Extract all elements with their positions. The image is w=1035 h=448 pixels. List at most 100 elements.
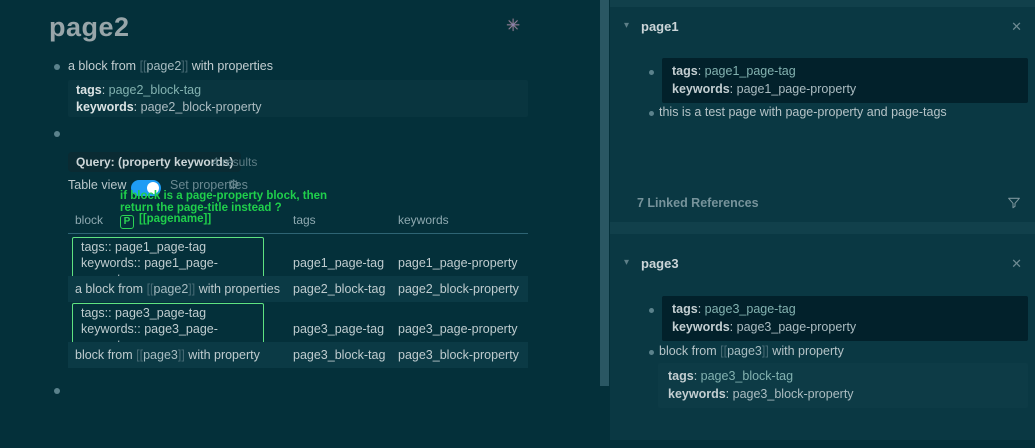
table-header-block: block [75, 213, 104, 227]
ref-open-bracket: [[ [139, 59, 147, 73]
linked-references-header[interactable]: 7 Linked References [637, 196, 759, 210]
keywords-property-line: keywords: page2_block-property [76, 99, 520, 116]
cell-line: tags:: page1_page-tag [81, 240, 207, 254]
ref-close-bracket: ]] [761, 344, 769, 358]
empty-block-bullet[interactable] [54, 388, 60, 394]
keywords-label: keywords [672, 320, 730, 334]
collapse-triangle-icon[interactable]: ▾ [624, 257, 629, 268]
keywords-cell: page2_block-property [398, 282, 519, 296]
block-text-prefix: block from [659, 344, 721, 358]
keywords-value: page1_page-property [736, 82, 857, 96]
ref-open-bracket: [[ [146, 282, 154, 296]
cell-line: tags:: page3_page-tag [81, 306, 207, 320]
close-icon[interactable]: ✕ [1011, 19, 1022, 35]
block-text: a block from [[page2]] with properties [68, 59, 273, 73]
keywords-property-line: keywords: page1_page-property [672, 80, 1018, 98]
tags-value-link[interactable]: page3_block-tag [701, 369, 793, 383]
collapse-triangle-icon[interactable]: ▾ [624, 20, 629, 31]
colon-sep: : [729, 82, 737, 96]
block-bullet[interactable] [54, 64, 60, 70]
page3-properties-box: tags: page3_page-tag keywords: page3_pag… [662, 296, 1028, 341]
annotation-pagename: [[pagename]] [139, 213, 212, 225]
colon-sep: : [133, 100, 141, 114]
ref-close-bracket: ]] [177, 348, 185, 362]
keywords-cell: page3_page-property [398, 322, 518, 336]
tags-value-link[interactable]: page3_page-tag [705, 302, 796, 316]
colon-sep: : [725, 387, 733, 401]
sidebar-gap [610, 222, 1035, 234]
page1-note-block: this is a test page with page-property a… [659, 105, 947, 119]
keywords-value: page2_block-property [140, 100, 262, 114]
keywords-label: keywords [672, 82, 730, 96]
cell-text-prefix: a block from [75, 282, 147, 296]
annotation-pagename-row: P [[pagename]] [120, 213, 211, 229]
table-row: tags:: page3_page-tag keywords:: page3_p… [68, 303, 528, 355]
tags-cell: page3_page-tag [293, 322, 385, 336]
table-row: block from [[page3]] with property page3… [68, 342, 528, 368]
tags-value-link[interactable]: page2_block-tag [109, 83, 201, 97]
cell-text-suffix: with property [184, 348, 260, 362]
keywords-value: page3_block-property [732, 387, 854, 401]
block-bullet[interactable] [649, 350, 654, 355]
cell-text-prefix: block from [75, 348, 137, 362]
sidebar-page1-panel: ▾ page1 ✕ tags: page1_page-tag keywords:… [610, 7, 1035, 222]
tags-label: tags [668, 369, 694, 383]
keywords-label: keywords [668, 387, 726, 401]
keywords-label: keywords [76, 100, 134, 114]
colon-sep: : [101, 83, 109, 97]
block-properties-box: tags: page2_block-tag keywords: page2_bl… [68, 80, 528, 117]
table-row: tags:: page1_page-tag keywords:: page1_p… [68, 237, 528, 289]
table-row: a block from [[page2]] with properties p… [68, 276, 528, 302]
page3-block-properties-box: tags: page3_block-tag keywords: page3_bl… [658, 363, 1028, 408]
tags-label: tags [672, 302, 698, 316]
asterisk-icon: ✳ [506, 16, 521, 35]
block-cell: block from [[page3]] with property [68, 348, 286, 362]
table-header-tags: tags [293, 213, 316, 227]
sidebar-page1-title[interactable]: page1 [641, 19, 679, 34]
tags-value-link[interactable]: page1_page-tag [705, 64, 796, 78]
sidebar-page3-panel: ▾ page3 ✕ tags: page3_page-tag keywords:… [610, 234, 1035, 440]
query-results-count: 4 results [212, 155, 258, 169]
table-header-divider [68, 233, 528, 234]
keywords-property-line: keywords: page3_page-property [672, 318, 1018, 336]
cell-text-suffix: with properties [195, 282, 280, 296]
tags-cell: page1_page-tag [293, 256, 385, 270]
tags-cell: page2_block-tag [293, 282, 386, 296]
block-text-suffix: with property [768, 344, 844, 358]
tags-cell: page3_block-tag [293, 348, 386, 362]
keywords-cell: page3_block-property [398, 348, 519, 362]
page2-ref-link[interactable]: page2 [154, 282, 189, 296]
page2-ref-link[interactable]: page2 [147, 59, 182, 73]
table-view-label: Table view [68, 178, 127, 192]
tags-label: tags [76, 83, 102, 97]
sidebar-scrollbar[interactable] [600, 0, 609, 386]
tags-property-line: tags: page1_page-tag [672, 62, 1018, 80]
tags-property-line: tags: page3_page-tag [672, 300, 1018, 318]
block-cell: a block from [[page2]] with properties [68, 282, 286, 296]
annotation-line1: if block is a page-property block, then [120, 190, 328, 202]
block-bullet[interactable] [649, 70, 654, 75]
keywords-value: page3_page-property [736, 320, 857, 334]
close-icon[interactable]: ✕ [1011, 256, 1022, 272]
colon-sep: : [697, 64, 705, 78]
colon-sep: : [729, 320, 737, 334]
block-text-suffix: with properties [188, 59, 273, 73]
filter-icon[interactable] [1006, 195, 1022, 211]
table-header-keywords: keywords [398, 213, 449, 227]
page1-properties-box: tags: page1_page-tag keywords: page1_pag… [662, 58, 1028, 103]
p-badge-icon: P [120, 215, 134, 229]
empty-block-bullet[interactable] [54, 131, 60, 137]
sidebar-gap [610, 0, 1035, 7]
tags-property-line: tags: page3_block-tag [668, 367, 1018, 385]
colon-sep: : [697, 302, 705, 316]
block-bullet[interactable] [649, 111, 654, 116]
tags-property-line: tags: page2_block-tag [76, 82, 520, 99]
page-title: page2 [49, 12, 130, 42]
page3-ref-link[interactable]: page3 [727, 344, 762, 358]
block-text-prefix: a block from [68, 59, 140, 73]
block-bullet[interactable] [649, 308, 654, 313]
tags-label: tags [672, 64, 698, 78]
page3-ref-link[interactable]: page3 [143, 348, 178, 362]
sidebar-page3-title[interactable]: page3 [641, 256, 679, 271]
keywords-cell: page1_page-property [398, 256, 518, 270]
